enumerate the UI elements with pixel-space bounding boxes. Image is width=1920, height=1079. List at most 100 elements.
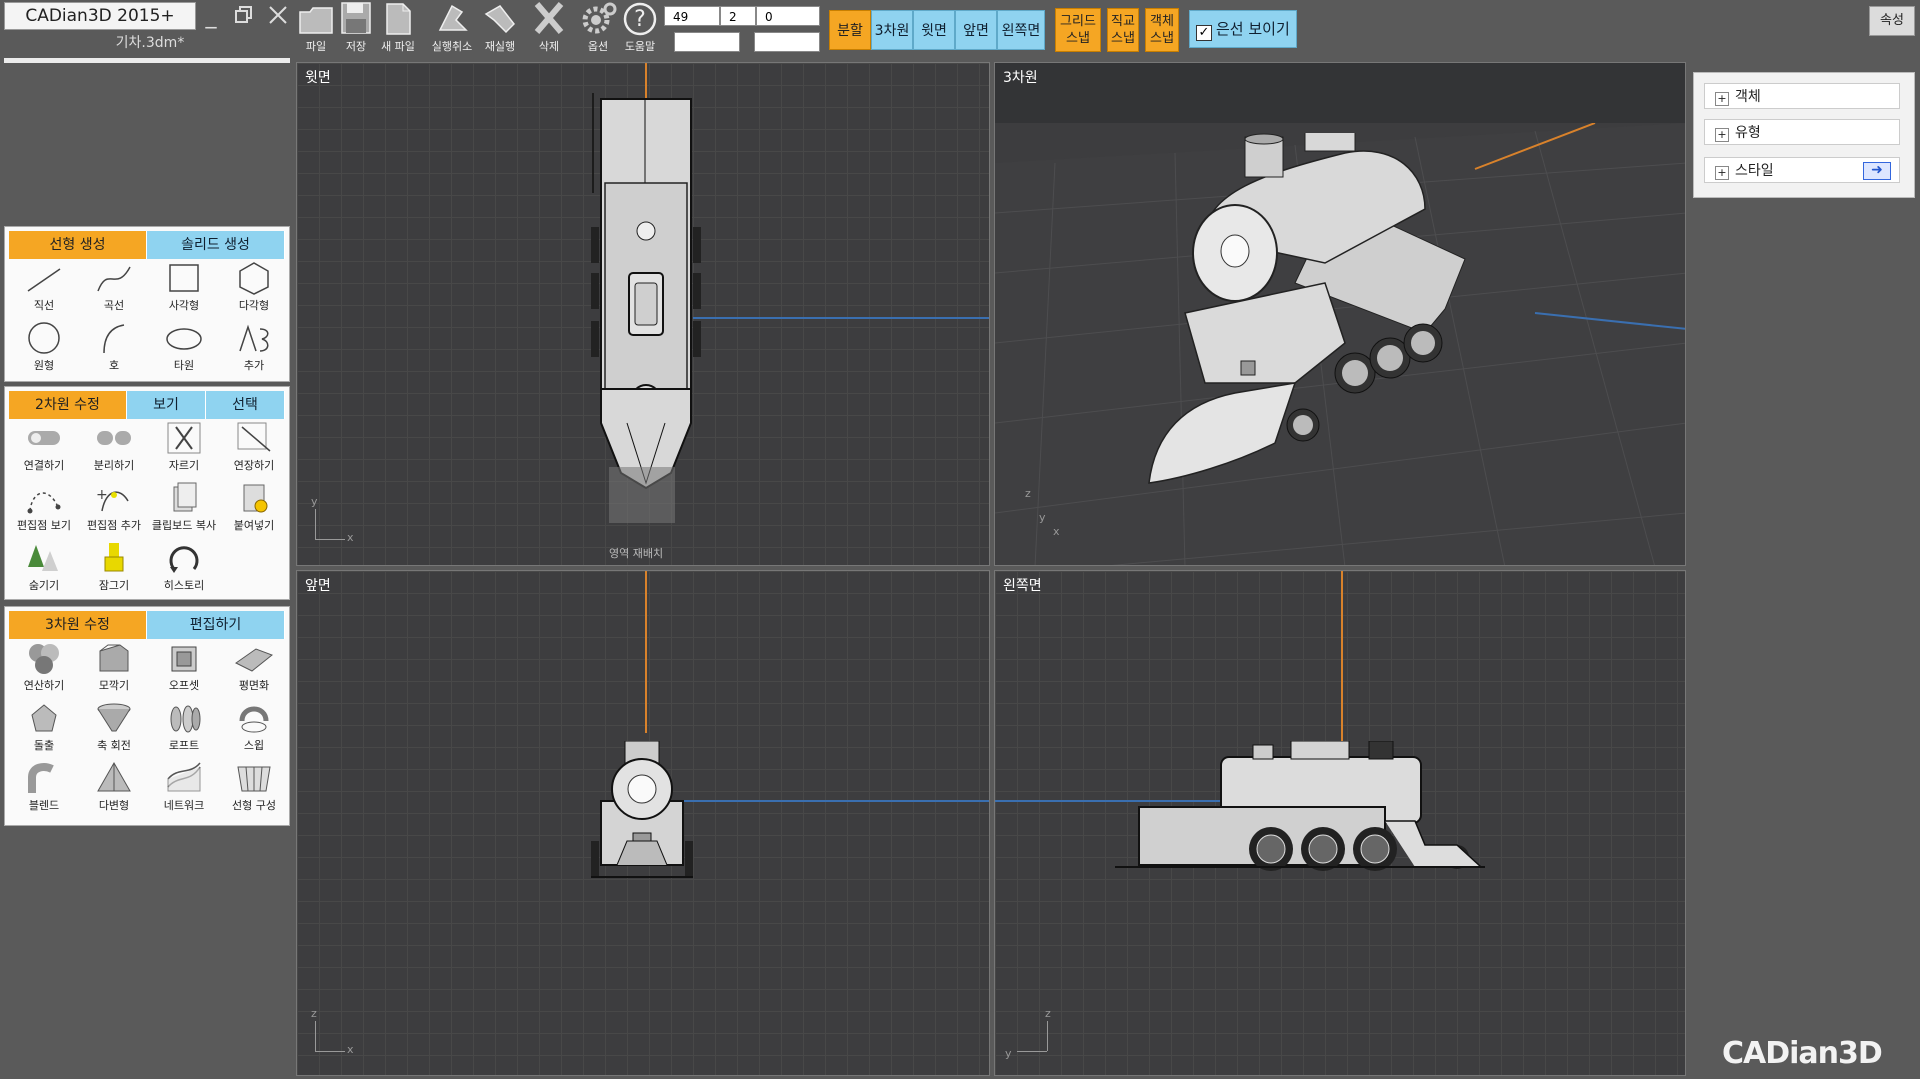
view-split-button[interactable]: 분할 <box>829 10 871 50</box>
tool-ellipse[interactable]: 타원 <box>149 321 219 373</box>
triad-z-line <box>315 1021 316 1051</box>
close-icon[interactable] <box>266 4 290 30</box>
tab-3d-edit[interactable]: 3차원 수정 <box>9 611 147 639</box>
tool-extend[interactable]: 연장하기 <box>219 421 289 473</box>
tool-extrude[interactable]: 돌출 <box>9 701 79 753</box>
tab-select[interactable]: 선택 <box>206 391 285 419</box>
delete-x-icon <box>527 0 571 38</box>
object-section[interactable]: + 객체 <box>1704 83 1900 109</box>
viewport-top[interactable]: 영역 재배치 윗면 y x <box>296 62 990 566</box>
expand-icon[interactable]: + <box>1715 128 1729 142</box>
delete-button[interactable]: 삭제 <box>527 0 571 56</box>
tab-editing[interactable]: 편집하기 <box>147 611 285 639</box>
redo-button[interactable]: 재실행 <box>478 0 522 56</box>
type-section[interactable]: + 유형 <box>1704 119 1900 145</box>
tab-2d-edit[interactable]: 2차원 수정 <box>9 391 127 419</box>
new-file-button-label: 새 파일 <box>381 40 415 53</box>
coord-y-field[interactable]: 2 <box>720 6 756 26</box>
tool-sweep[interactable]: 스윕 <box>219 701 289 753</box>
new-file-button[interactable]: 새 파일 <box>376 0 420 56</box>
tool-boolean[interactable]: 연산하기 <box>9 641 79 693</box>
tool-line[interactable]: 직선 <box>9 261 79 313</box>
ortho-snap-button[interactable]: 직교 스냅 <box>1107 8 1139 52</box>
tab-solid-create[interactable]: 솔리드 생성 <box>147 231 285 259</box>
tool-rectangle-label: 사각형 <box>168 299 200 312</box>
type-section-label: 유형 <box>1735 125 1761 141</box>
tool-loft[interactable]: 로프트 <box>149 701 219 753</box>
viewport-perspective[interactable]: 3차원 z y x <box>994 62 1686 566</box>
tool-lock-label: 잠그기 <box>98 579 130 592</box>
tool-hide[interactable]: 숨기기 <box>9 541 79 593</box>
grid-snap-button[interactable]: 그리드 스냅 <box>1055 8 1101 52</box>
viewport-perspective-title: 3차원 <box>1003 70 1038 86</box>
show-hidden-lines-toggle[interactable]: ✓ 은선 보이기 <box>1189 10 1297 48</box>
style-section[interactable]: + 스타일 ➜ <box>1704 157 1900 183</box>
z-axis-line <box>645 571 647 733</box>
tool-polygon[interactable]: 다각형 <box>219 261 289 313</box>
title-divider <box>4 58 290 63</box>
grid-snap-label-2: 스냅 <box>1066 31 1090 46</box>
arrow-right-icon[interactable]: ➜ <box>1863 162 1891 180</box>
grid-snap-label-1: 그리드 <box>1060 14 1096 29</box>
triad-y-label: y <box>311 495 318 508</box>
tool-curve-network[interactable]: 선형 구성 <box>219 761 289 813</box>
tool-offset[interactable]: 오프셋 <box>149 641 219 693</box>
tool-flatten[interactable]: 평면화 <box>219 641 289 693</box>
restore-icon[interactable] <box>232 4 256 30</box>
coord-z-field[interactable]: 0 <box>756 6 820 26</box>
checkbox-checked-icon[interactable]: ✓ <box>1196 25 1212 41</box>
tool-rectangle[interactable]: 사각형 <box>149 261 219 313</box>
tool-copy[interactable]: 클립보드 복사 <box>149 481 219 533</box>
undo-button[interactable]: 실행취소 <box>430 0 474 56</box>
tool-explode[interactable]: 분리하기 <box>79 421 149 473</box>
viewport-left[interactable]: 왼쪽면 z y <box>994 570 1686 1076</box>
tool-loft-label: 로프트 <box>168 739 200 752</box>
view-front-button[interactable]: 앞면 <box>955 10 997 50</box>
tool-join[interactable]: 연결하기 <box>9 421 79 473</box>
tool-blend[interactable]: 블렌드 <box>9 761 79 813</box>
expand-icon[interactable]: + <box>1715 166 1729 180</box>
network-icon <box>167 762 201 792</box>
extend-icon <box>237 422 271 452</box>
edit-3d-panel: 3차원 수정 편집하기 연산하기 모깍기 오프셋 평면화 돌출 축 회전 로프트… <box>4 606 290 826</box>
viewport-front[interactable]: 앞면 z x <box>296 570 990 1076</box>
view-3d-button[interactable]: 3차원 <box>871 10 913 50</box>
tool-show-points[interactable]: 편집점 보기 <box>9 481 79 533</box>
tool-extrude-label: 돌출 <box>33 739 55 752</box>
object-snap-button[interactable]: 객체 스냅 <box>1145 8 1179 52</box>
viewport-top-title: 윗면 <box>305 70 331 86</box>
tool-ellipse-label: 타원 <box>173 359 195 372</box>
floppy-disk-icon <box>334 0 378 38</box>
blend-icon <box>28 763 54 793</box>
tool-fillet[interactable]: 모깍기 <box>79 641 149 693</box>
minimize-icon[interactable]: _ <box>199 4 223 30</box>
properties-button[interactable]: 속성 <box>1869 6 1915 36</box>
tool-more[interactable]: 추가 <box>219 321 289 373</box>
tool-curve[interactable]: 곡선 <box>79 261 149 313</box>
view-left-button[interactable]: 왼쪽면 <box>997 10 1045 50</box>
triad-z-label: z <box>1025 487 1031 500</box>
view-top-button[interactable]: 윗면 <box>913 10 955 50</box>
tool-lock[interactable]: 잠그기 <box>79 541 149 593</box>
tool-trim[interactable]: 자르기 <box>149 421 219 473</box>
copy-icon <box>173 482 197 512</box>
curve-icon <box>97 266 131 292</box>
tool-paste[interactable]: 붙여넣기 <box>219 481 289 533</box>
tool-circle[interactable]: 원형 <box>9 321 79 373</box>
tool-revolve[interactable]: 축 회전 <box>79 701 149 753</box>
triad-y-label: y <box>1005 1047 1012 1060</box>
help-button[interactable]: ? 도움말 <box>618 0 662 56</box>
tool-patch[interactable]: 다변형 <box>79 761 149 813</box>
coord-x-field[interactable]: 49 <box>664 6 720 26</box>
expand-icon[interactable]: + <box>1715 92 1729 106</box>
tool-arc[interactable]: 호 <box>79 321 149 373</box>
tab-view[interactable]: 보기 <box>127 391 206 419</box>
tab-linear-create[interactable]: 선형 생성 <box>9 231 147 259</box>
tool-history[interactable]: 히스토리 <box>149 541 219 593</box>
tool-add-point[interactable]: + 편집점 추가 <box>79 481 149 533</box>
tool-network[interactable]: 네트워크 <box>149 761 219 813</box>
coord-field-3[interactable] <box>754 32 820 52</box>
delete-button-label: 삭제 <box>538 40 560 53</box>
tool-extend-label: 연장하기 <box>233 459 275 472</box>
coord-field-2[interactable] <box>674 32 740 52</box>
